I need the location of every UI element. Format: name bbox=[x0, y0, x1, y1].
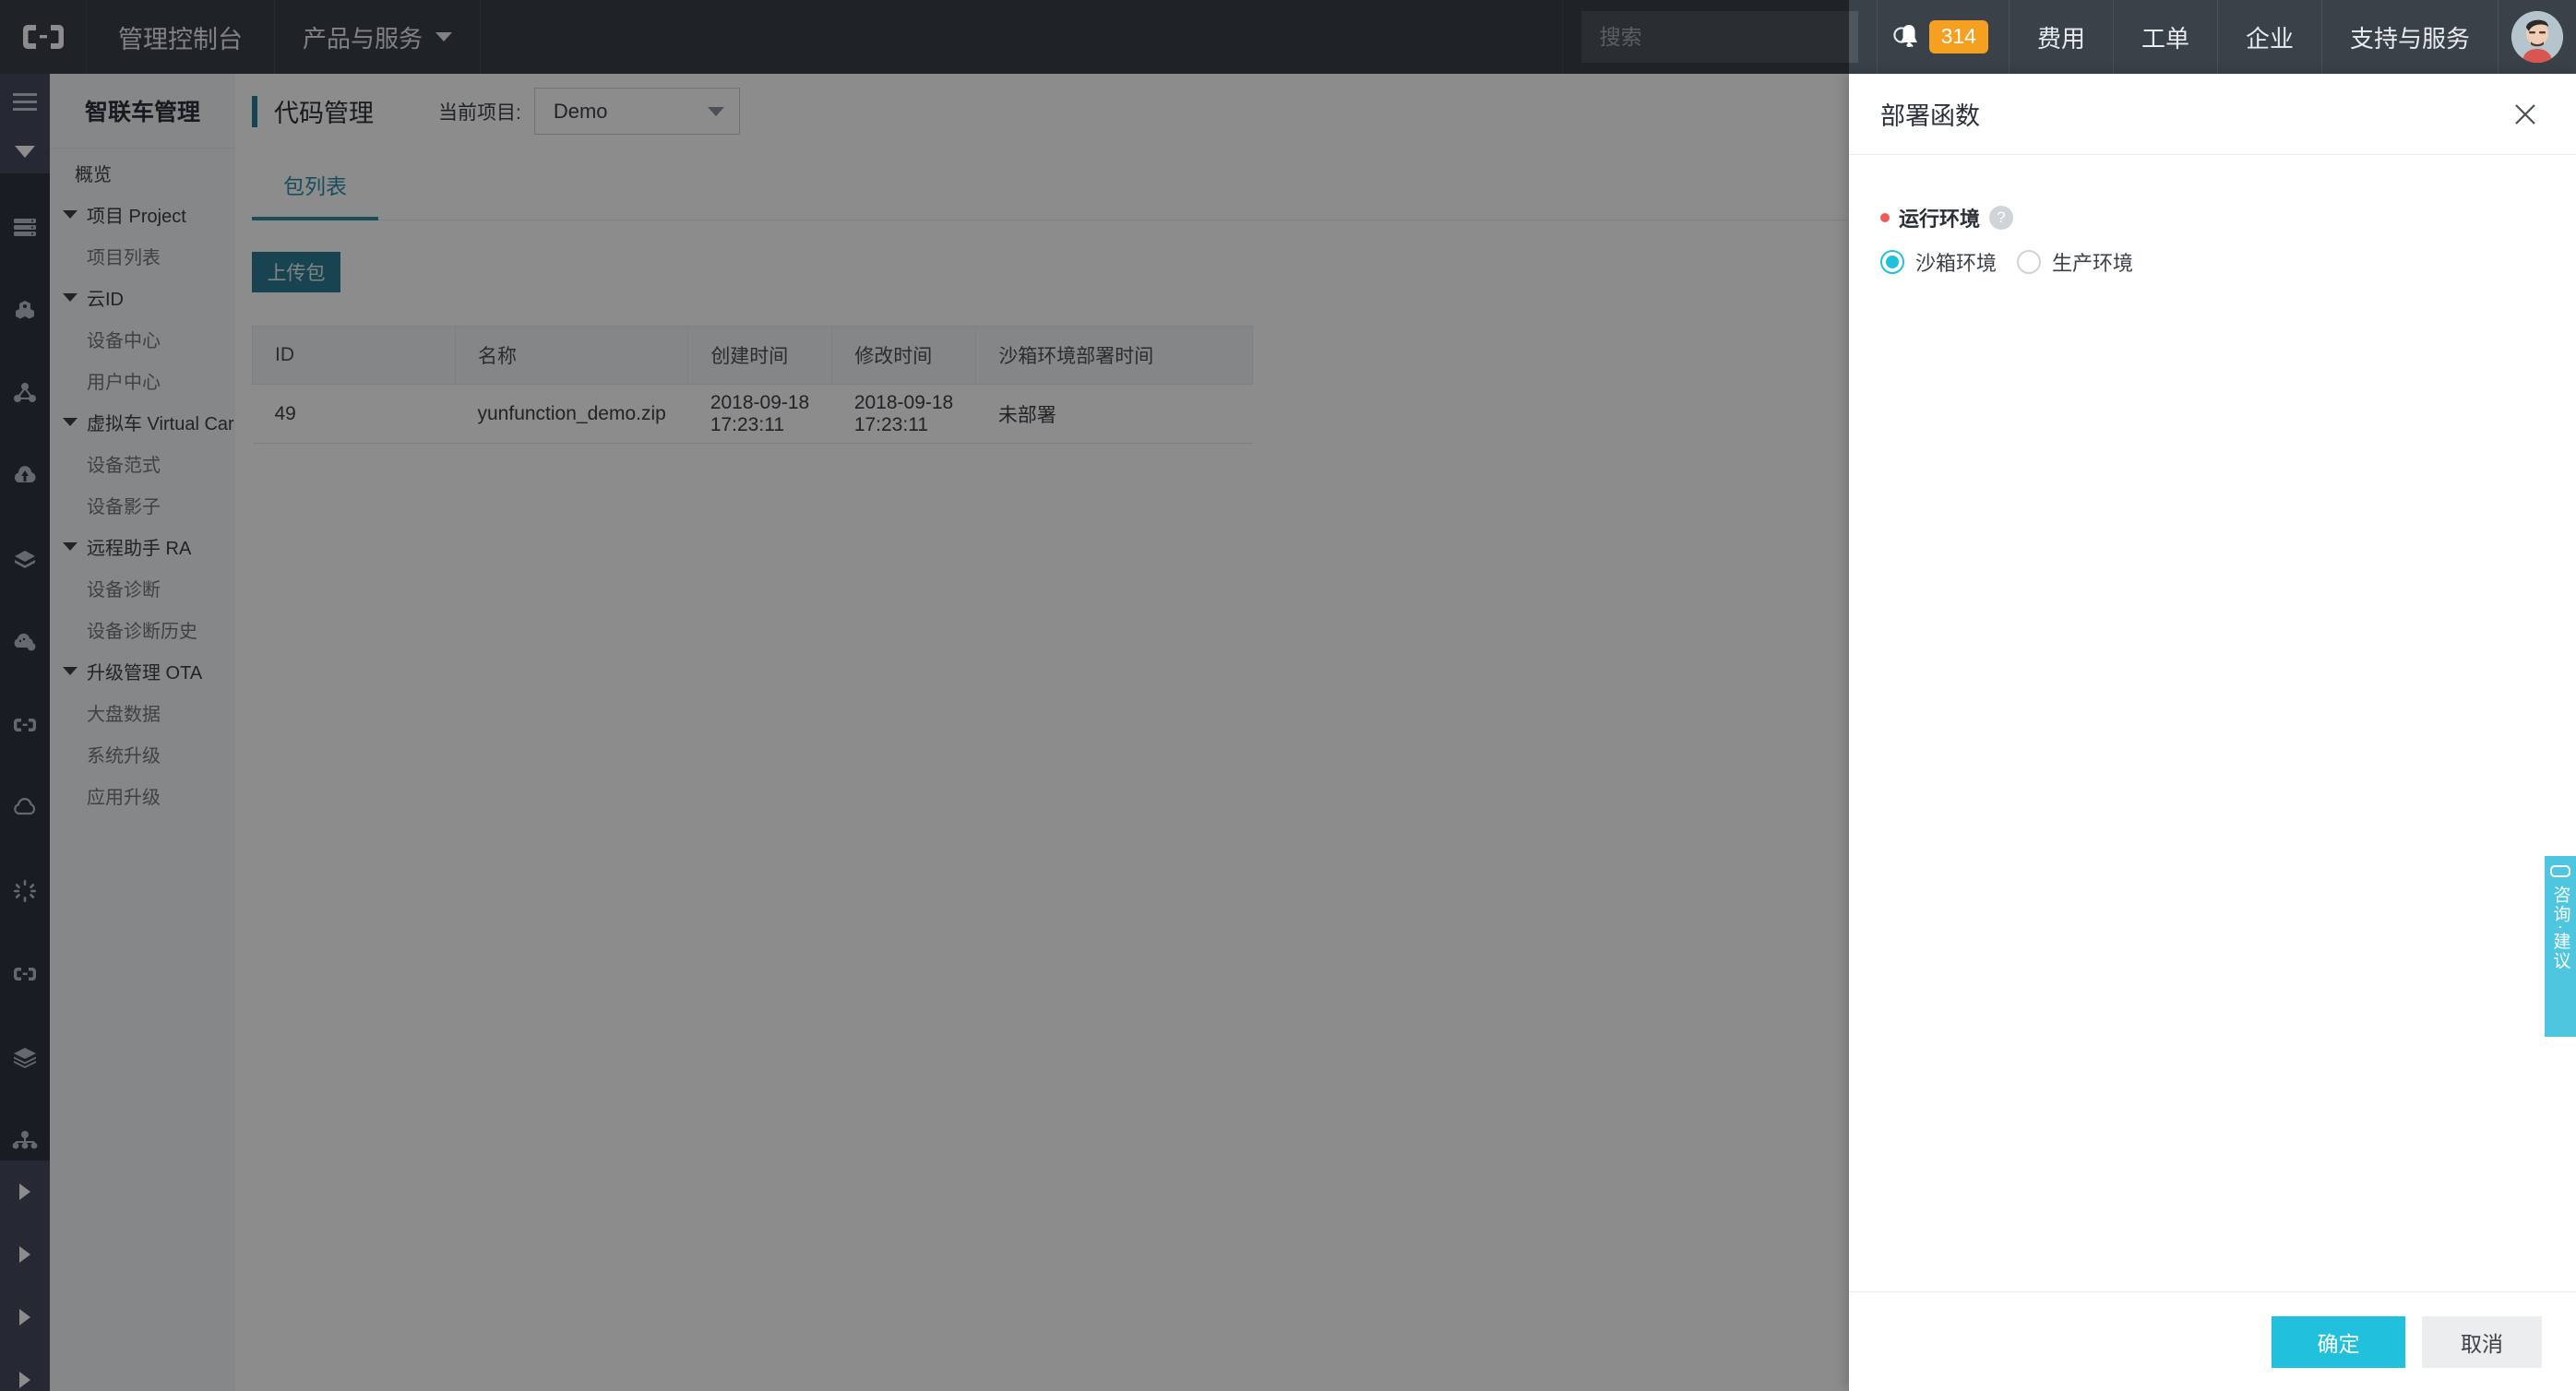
radio-sandbox-environment[interactable]: 沙箱环境 bbox=[1880, 247, 1997, 277]
drawer-close-button[interactable] bbox=[2510, 99, 2541, 130]
deploy-function-drawer: 部署函数 运行环境 ? 沙箱环境 生产环境 确定 取消 bbox=[1849, 74, 2576, 1391]
nav-enterprise[interactable]: 企业 bbox=[2218, 0, 2322, 74]
chat-bubble-icon bbox=[2550, 865, 2570, 877]
app-root: 管理控制台 产品与服务 搜索 314 费用 工单 企业 支持与服务 智联车管理 … bbox=[0, 0, 2576, 1391]
drawer-header: 部署函数 bbox=[1849, 74, 2576, 155]
radio-production-environment[interactable]: 生产环境 bbox=[2017, 247, 2133, 277]
runtime-environment-label: 运行环境 bbox=[1899, 208, 1981, 231]
nav-tickets-label: 工单 bbox=[2141, 24, 2189, 53]
required-dot-icon bbox=[1880, 213, 1890, 222]
radio-sandbox-label: 沙箱环境 bbox=[1915, 252, 1998, 275]
user-menu-button[interactable] bbox=[2498, 0, 2576, 74]
drawer-footer: 确定 取消 bbox=[1849, 1291, 2576, 1391]
user-avatar-icon bbox=[2511, 11, 2563, 63]
nav-enterprise-label: 企业 bbox=[2245, 24, 2294, 53]
drawer-body: 运行环境 ? 沙箱环境 生产环境 bbox=[1849, 155, 2576, 1291]
close-icon bbox=[2515, 103, 2535, 125]
runtime-environment-label-row: 运行环境 ? bbox=[1880, 203, 2541, 232]
radio-production-mark bbox=[2017, 250, 2042, 274]
nav-support[interactable]: 支持与服务 bbox=[2322, 0, 2498, 74]
notifications-button[interactable]: 314 bbox=[1878, 0, 2010, 74]
bell-icon bbox=[1900, 25, 1917, 47]
notification-badge: 314 bbox=[1928, 20, 1988, 54]
nav-billing[interactable]: 费用 bbox=[2010, 0, 2114, 74]
nav-billing-label: 费用 bbox=[2036, 24, 2085, 53]
question-mark-icon[interactable]: ? bbox=[1989, 206, 2014, 230]
modal-overlay[interactable] bbox=[0, 0, 1849, 1391]
nav-support-label: 支持与服务 bbox=[2349, 24, 2470, 53]
drawer-title: 部署函数 bbox=[1880, 102, 1980, 130]
avatar bbox=[2511, 11, 2563, 63]
nav-tickets[interactable]: 工单 bbox=[2114, 0, 2218, 74]
radio-sandbox-mark bbox=[1880, 250, 1904, 274]
cancel-button[interactable]: 取消 bbox=[2422, 1315, 2542, 1368]
radio-sandbox-dot bbox=[1886, 256, 1899, 268]
consult-suggest-label: 咨询·建议 bbox=[2550, 886, 2570, 971]
consult-suggest-tab[interactable]: 咨询·建议 bbox=[2545, 856, 2576, 1037]
runtime-environment-radio-group: 沙箱环境 生产环境 bbox=[1880, 247, 2541, 277]
radio-production-label: 生产环境 bbox=[2052, 252, 2134, 275]
confirm-button[interactable]: 确定 bbox=[2272, 1315, 2405, 1368]
